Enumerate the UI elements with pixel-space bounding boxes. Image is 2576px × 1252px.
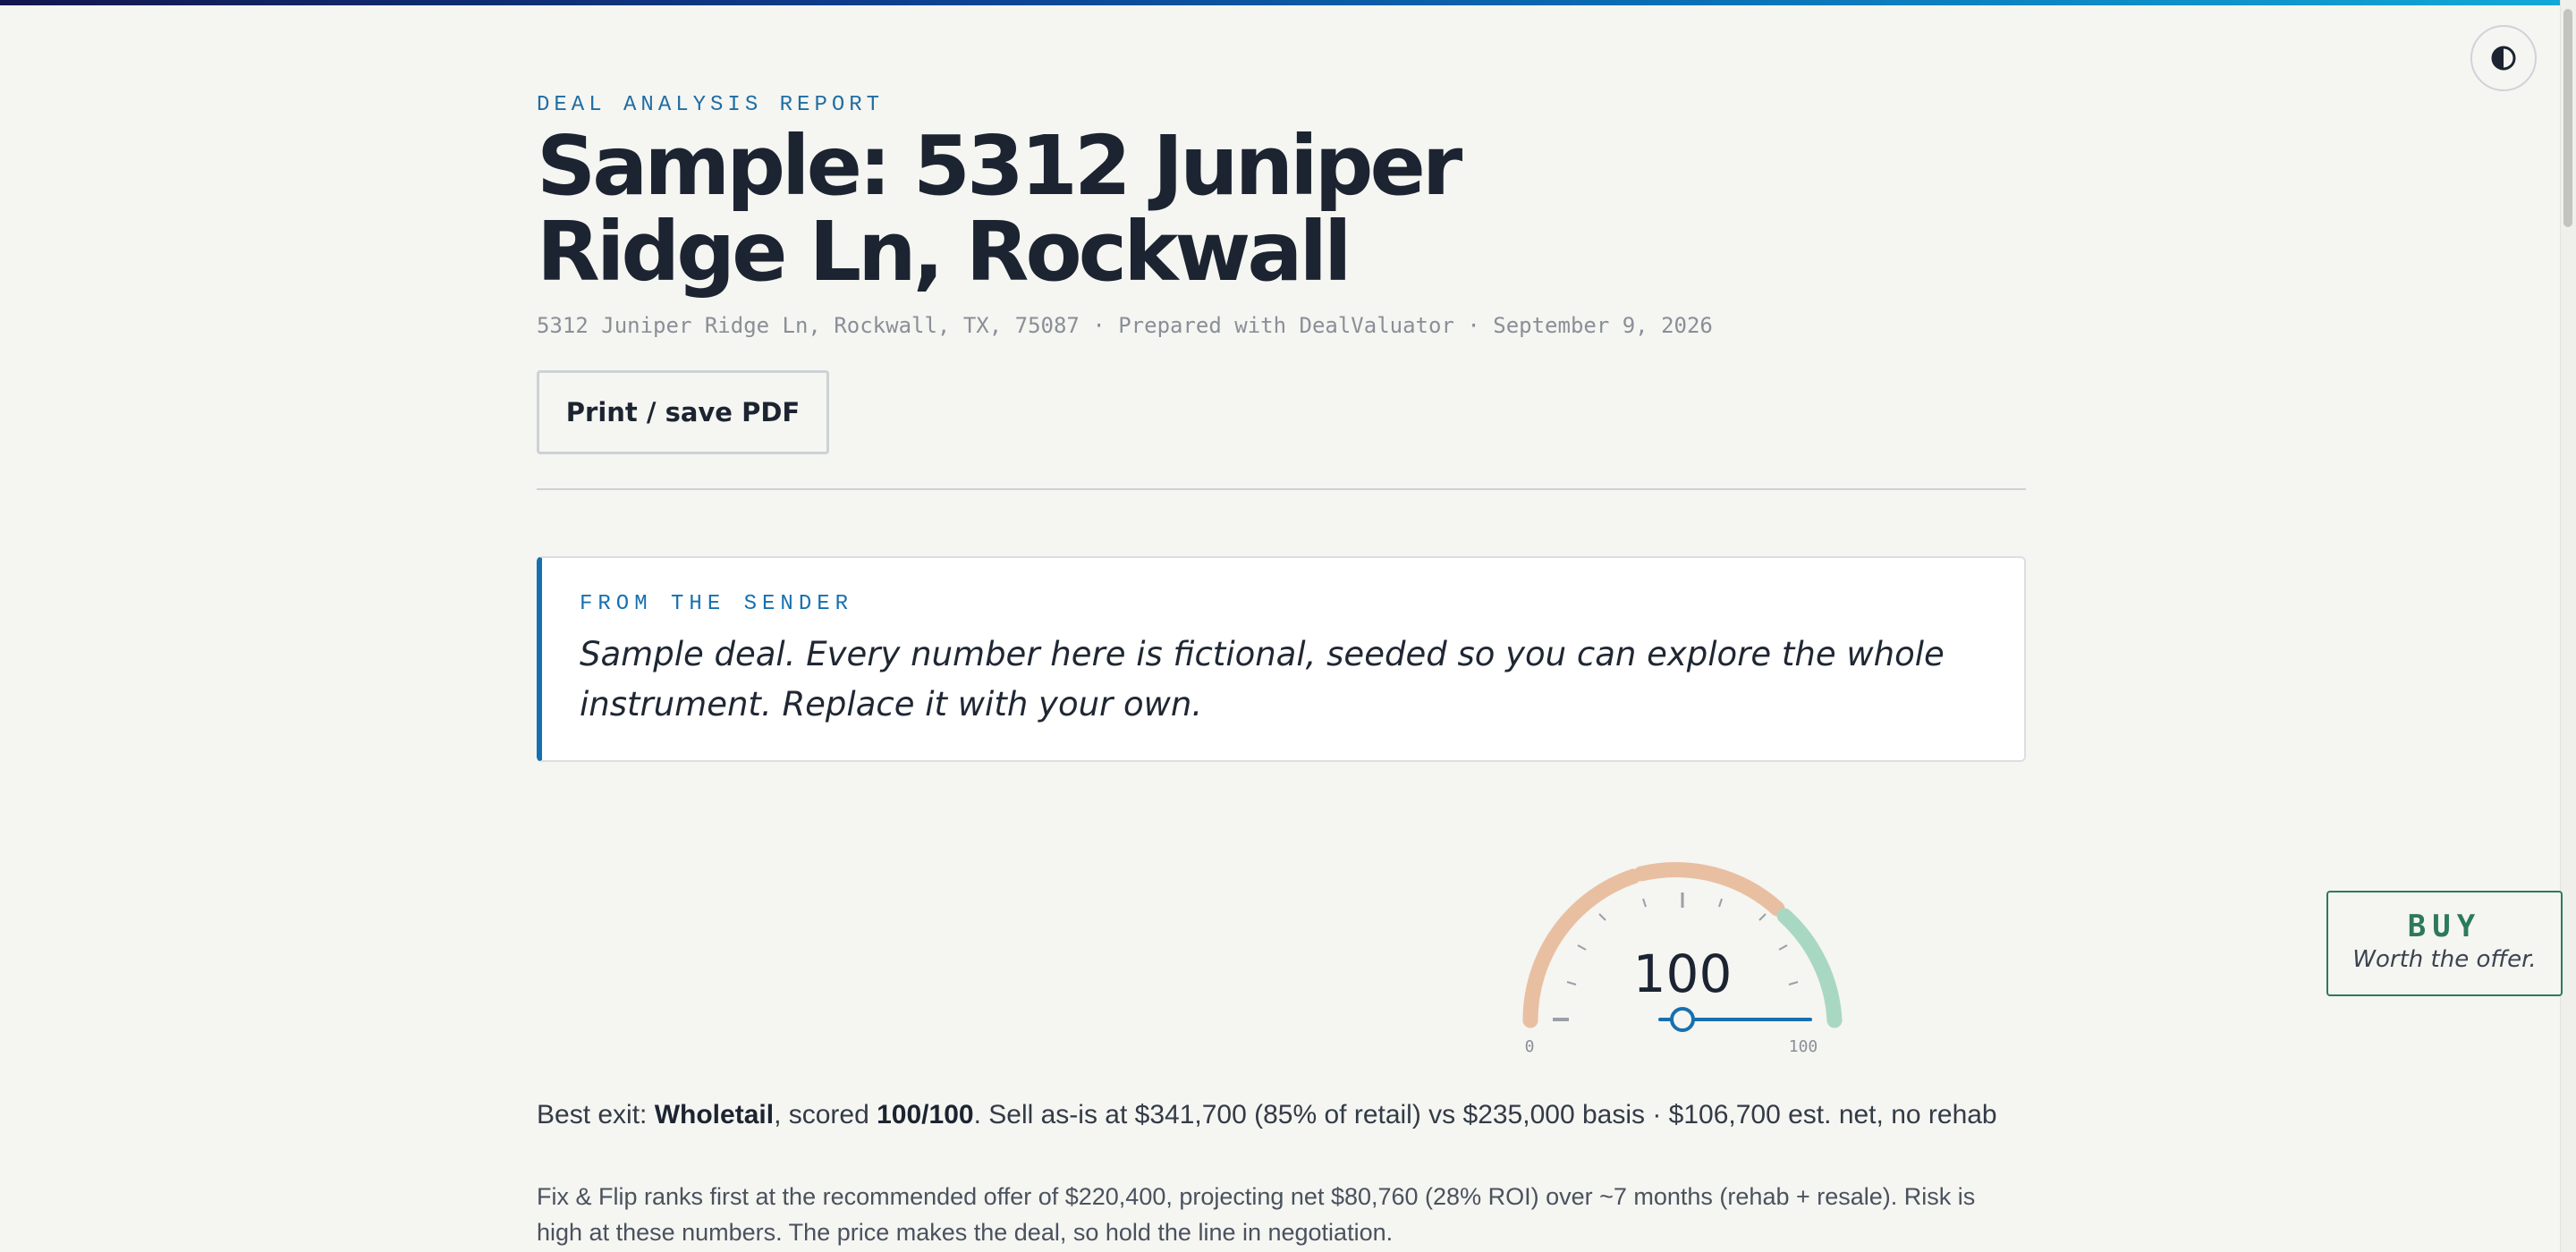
report-eyebrow: DEAL ANALYSIS REPORT [537,93,885,117]
sender-note-label: FROM THE SENDER [580,592,854,616]
report-main: DEAL ANALYSIS REPORT Sample: 5312 Junipe… [537,0,2563,1252]
print-save-pdf-button[interactable]: Print / save PDF [537,370,829,454]
gauge-max-label: 100 [1789,1037,1818,1056]
best-exit-line: Best exit: Wholetail, scored 100/100. Se… [537,1098,2057,1132]
deal-summary: Fix & Flip ranks first at the recommende… [537,1183,1976,1246]
score-gauge: 0 100 100 [1519,841,1846,1064]
gauge-min-label: 0 [1525,1037,1535,1056]
verdict-subtitle: Worth the offer. [2352,946,2537,973]
best-exit-score: 100/100 [877,1100,974,1129]
contrast-icon [2491,46,2516,71]
best-exit-mid: , scored [774,1100,877,1129]
section-divider [537,488,2026,490]
gauge-arc-mid [1633,862,1785,917]
scrollbar[interactable] [2560,0,2576,1252]
page-title: Sample: 5312 Juniper Ridge Ln, Rockwall [537,118,1462,300]
scrollbar-thumb[interactable] [2563,9,2572,227]
verdict-badge: BUY Worth the offer. [2326,891,2563,996]
theme-toggle-button[interactable] [2470,25,2537,91]
best-exit-prefix: Best exit: [537,1100,655,1129]
verdict-label: BUY [2407,909,2482,944]
best-exit-detail: . Sell as-is at $341,700 (85% of retail)… [973,1100,1997,1129]
sender-note: FROM THE SENDER Sample deal. Every numbe… [537,556,2026,762]
score-slider-handle [1670,1007,1695,1032]
sender-note-text: Sample deal. Every number here is fictio… [580,635,1945,723]
best-exit-strategy: Wholetail [654,1100,775,1129]
score-value: 100 [1632,943,1733,1004]
report-meta: 5312 Juniper Ridge Ln, Rockwall, TX, 750… [537,313,1713,338]
